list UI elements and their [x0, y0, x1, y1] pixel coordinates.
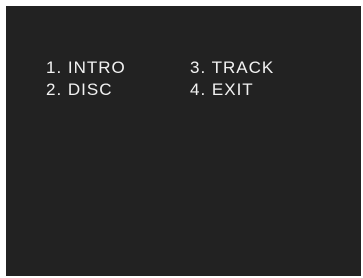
- monitor-frame: 1. INTRO 3. TRACK 2. DISC 4. EXIT: [0, 0, 363, 278]
- menu-item-exit[interactable]: 4. EXIT: [190, 79, 310, 101]
- osd-menu: 1. INTRO 3. TRACK 2. DISC 4. EXIT: [46, 57, 310, 101]
- osd-screen: 1. INTRO 3. TRACK 2. DISC 4. EXIT: [6, 6, 361, 276]
- menu-item-disc[interactable]: 2. DISC: [46, 79, 190, 101]
- menu-item-intro[interactable]: 1. INTRO: [46, 57, 190, 79]
- menu-item-track[interactable]: 3. TRACK: [190, 57, 310, 79]
